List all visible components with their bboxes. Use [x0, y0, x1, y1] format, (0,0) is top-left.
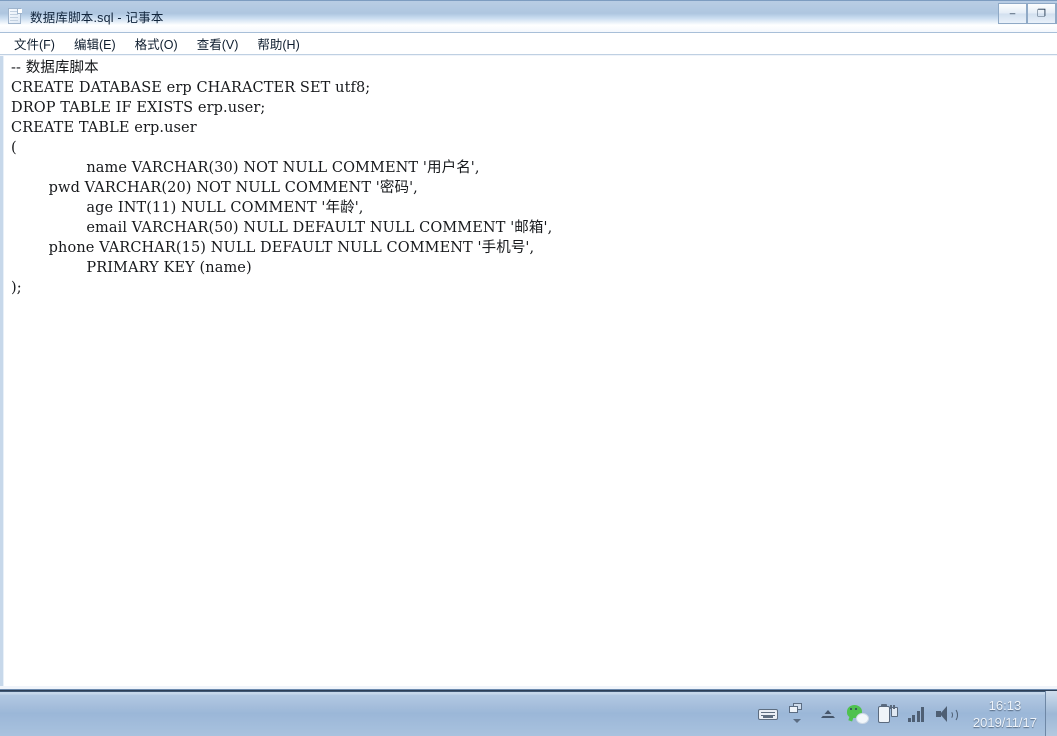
menu-format[interactable]: 格式(O)	[130, 33, 186, 55]
clock-date: 2019/11/17	[972, 715, 1037, 730]
desktop: 数据库脚本.sql - 记事本 – ❐ ✕ 文件(F) 编辑(E)	[0, 0, 1057, 690]
editor-line: age INT(11) NULL COMMENT '年龄',	[11, 200, 364, 216]
taskbar: 16:13 2019/11/17	[0, 690, 1057, 736]
editor-line: -- 数据库脚本	[11, 60, 99, 76]
volume-speaker-icon[interactable]	[935, 698, 961, 730]
window-switcher-icon[interactable]	[785, 698, 811, 730]
show-desktop-button[interactable]	[1045, 691, 1057, 736]
taskbar-clock[interactable]: 16:13 2019/11/17	[963, 697, 1045, 731]
editor-line: email VARCHAR(50) NULL DEFAULT NULL COMM…	[11, 220, 553, 236]
notepad-document-icon	[8, 8, 23, 25]
editor-line: phone VARCHAR(15) NULL DEFAULT NULL COMM…	[11, 240, 535, 256]
window-titlebar[interactable]: 数据库脚本.sql - 记事本 – ❐ ✕	[0, 0, 1057, 33]
editor-line: PRIMARY KEY (name)	[11, 260, 252, 276]
editor-line: );	[11, 280, 22, 296]
editor-line: name VARCHAR(30) NOT NULL COMMENT '用户名',	[11, 160, 480, 176]
maximize-icon: ❐	[1037, 8, 1046, 19]
editor-pane[interactable]: -- 数据库脚本 CREATE DATABASE erp CHARACTER SE…	[0, 56, 1057, 686]
wechat-icon[interactable]	[845, 698, 871, 730]
editor-line: (	[11, 140, 17, 156]
screen: 数据库脚本.sql - 记事本 – ❐ ✕ 文件(F) 编辑(E)	[0, 0, 1057, 736]
window-title: 数据库脚本.sql - 记事本	[30, 11, 164, 25]
minimize-button[interactable]: –	[998, 3, 1027, 24]
system-tray: 16:13 2019/11/17	[753, 691, 1057, 736]
minimize-icon: –	[1009, 8, 1016, 19]
editor-text-content[interactable]: -- 数据库脚本 CREATE DATABASE erp CHARACTER SE…	[3, 56, 1057, 298]
notepad-window: 数据库脚本.sql - 记事本 – ❐ ✕ 文件(F) 编辑(E)	[0, 0, 1057, 690]
menu-view[interactable]: 查看(V)	[192, 33, 247, 55]
clock-time: 16:13	[988, 698, 1022, 713]
ime-keyboard-icon[interactable]	[755, 698, 781, 730]
show-hidden-icons-chevron-up-icon[interactable]	[815, 698, 841, 730]
window-controls: – ❐ ✕	[998, 3, 1057, 24]
maximize-button[interactable]: ❐	[1027, 3, 1056, 24]
editor-line: pwd VARCHAR(20) NOT NULL COMMENT '密码',	[11, 180, 418, 196]
menubar: 文件(F) 编辑(E) 格式(O) 查看(V) 帮助(H)	[0, 33, 1057, 55]
battery-charging-icon[interactable]	[875, 698, 901, 730]
editor-line: DROP TABLE IF EXISTS erp.user;	[11, 100, 266, 116]
signal-strength-icon[interactable]	[905, 698, 931, 730]
menu-file[interactable]: 文件(F)	[9, 33, 63, 55]
menu-edit[interactable]: 编辑(E)	[69, 33, 124, 55]
editor-line: CREATE TABLE erp.user	[11, 120, 197, 136]
menu-help[interactable]: 帮助(H)	[252, 33, 307, 55]
editor-line: CREATE DATABASE erp CHARACTER SET utf8;	[11, 80, 371, 96]
